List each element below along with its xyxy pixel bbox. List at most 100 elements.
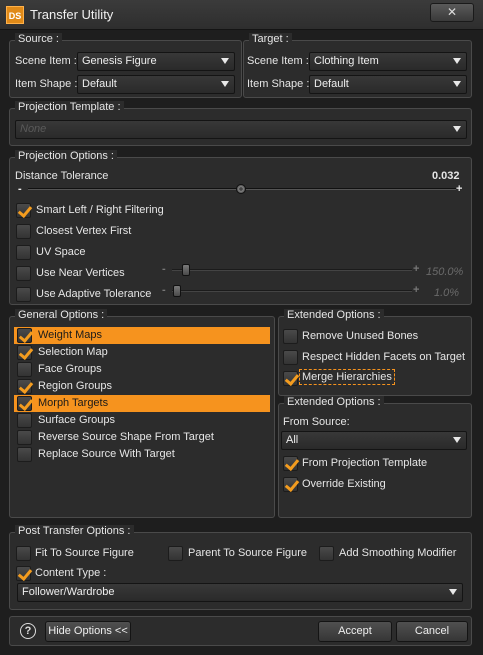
add-smoothing-label[interactable]: Add Smoothing Modifier bbox=[339, 547, 456, 559]
add-smoothing-checkbox[interactable] bbox=[319, 546, 334, 561]
general-option-label[interactable]: Face Groups bbox=[38, 363, 102, 375]
post-transfer-title: Post Transfer Options : bbox=[15, 525, 134, 537]
adaptive-tolerance-slider-track[interactable] bbox=[172, 290, 412, 292]
projection-template-combo[interactable]: None bbox=[15, 120, 467, 139]
respect-hidden-facets-checkbox[interactable] bbox=[283, 350, 298, 365]
general-option-checkbox[interactable] bbox=[17, 396, 32, 411]
from-source-label: From Source: bbox=[283, 416, 350, 428]
general-option-checkbox[interactable] bbox=[17, 430, 32, 445]
chevron-down-icon bbox=[453, 58, 461, 64]
general-option-label[interactable]: Selection Map bbox=[38, 346, 108, 358]
parent-to-source-label[interactable]: Parent To Source Figure bbox=[188, 547, 307, 559]
adaptive-tolerance-label[interactable]: Use Adaptive Tolerance bbox=[36, 288, 151, 300]
from-source-combo[interactable]: All bbox=[281, 431, 467, 450]
from-source-value: All bbox=[286, 434, 299, 446]
fit-to-source-label[interactable]: Fit To Source Figure bbox=[35, 547, 134, 559]
remove-unused-bones-label[interactable]: Remove Unused Bones bbox=[302, 330, 418, 342]
general-option-checkbox[interactable] bbox=[17, 362, 32, 377]
from-projection-template-label[interactable]: From Projection Template bbox=[302, 457, 427, 469]
override-existing-label[interactable]: Override Existing bbox=[302, 478, 386, 490]
general-option-checkbox[interactable] bbox=[17, 328, 32, 343]
general-option-checkbox[interactable] bbox=[17, 447, 32, 462]
title-bar: DS Transfer Utility ✕ bbox=[0, 0, 483, 30]
projection-options-title: Projection Options : bbox=[15, 150, 117, 162]
closest-vertex-label[interactable]: Closest Vertex First bbox=[36, 225, 131, 237]
adaptive-tolerance-slider-handle[interactable] bbox=[173, 285, 181, 297]
extended-options-title: Extended Options : bbox=[284, 309, 384, 321]
adaptive-tolerance-checkbox[interactable] bbox=[16, 287, 31, 302]
source-title: Source : bbox=[15, 33, 62, 45]
general-option-label[interactable]: Region Groups bbox=[38, 380, 112, 392]
uv-space-checkbox[interactable] bbox=[16, 245, 31, 260]
general-option-checkbox[interactable] bbox=[17, 345, 32, 360]
chevron-down-icon bbox=[221, 58, 229, 64]
adaptive-tolerance-decrement-button[interactable]: - bbox=[162, 284, 166, 296]
general-option-label[interactable]: Morph Targets bbox=[38, 397, 108, 409]
source-scene-item-label: Scene Item : bbox=[15, 55, 77, 67]
chevron-down-icon bbox=[453, 126, 461, 132]
hide-options-button[interactable]: Hide Options << bbox=[45, 621, 131, 642]
general-option-checkbox[interactable] bbox=[17, 379, 32, 394]
source-item-shape-value: Default bbox=[82, 78, 117, 90]
target-item-shape-label: Item Shape : bbox=[247, 78, 310, 90]
distance-tolerance-value[interactable]: 0.032 bbox=[432, 170, 460, 182]
chevron-down-icon bbox=[453, 437, 461, 443]
daz-studio-logo-icon: DS bbox=[6, 6, 24, 24]
distance-increment-button[interactable]: + bbox=[456, 183, 462, 195]
chevron-down-icon bbox=[449, 589, 457, 595]
chevron-down-icon bbox=[453, 81, 461, 87]
near-vertices-slider-handle[interactable] bbox=[182, 264, 190, 276]
near-vertices-label[interactable]: Use Near Vertices bbox=[36, 267, 125, 279]
merge-hierarchies-label[interactable]: Merge Hierarchies bbox=[299, 369, 395, 385]
window-title: Transfer Utility bbox=[30, 7, 114, 22]
general-options-title: General Options : bbox=[15, 309, 108, 321]
chevron-down-icon bbox=[221, 81, 229, 87]
fit-to-source-checkbox[interactable] bbox=[16, 546, 31, 561]
general-option-checkbox[interactable] bbox=[17, 413, 32, 428]
target-scene-item-combo[interactable]: Clothing Item bbox=[309, 52, 467, 71]
target-item-shape-combo[interactable]: Default bbox=[309, 75, 467, 94]
general-option-label[interactable]: Surface Groups bbox=[38, 414, 115, 426]
near-vertices-slider-track[interactable] bbox=[172, 269, 412, 271]
content-type-combo[interactable]: Follower/Wardrobe bbox=[17, 583, 463, 602]
adaptive-tolerance-value: 1.0% bbox=[434, 287, 460, 299]
extended-options-source-title: Extended Options : bbox=[284, 396, 384, 408]
projection-template-title: Projection Template : bbox=[15, 101, 124, 113]
cancel-button[interactable]: Cancel bbox=[396, 621, 468, 642]
near-vertices-decrement-button[interactable]: - bbox=[162, 263, 166, 275]
override-existing-checkbox[interactable] bbox=[283, 477, 298, 492]
general-option-label[interactable]: Reverse Source Shape From Target bbox=[38, 431, 214, 443]
target-scene-item-value: Clothing Item bbox=[314, 55, 379, 67]
distance-tolerance-label: Distance Tolerance bbox=[15, 170, 109, 182]
parent-to-source-checkbox[interactable] bbox=[168, 546, 183, 561]
distance-decrement-button[interactable]: - bbox=[18, 183, 22, 195]
content-type-label[interactable]: Content Type : bbox=[35, 567, 106, 579]
near-vertices-checkbox[interactable] bbox=[16, 266, 31, 281]
smart-filtering-label[interactable]: Smart Left / Right Filtering bbox=[36, 204, 164, 216]
source-item-shape-label: Item Shape : bbox=[15, 78, 78, 90]
close-button[interactable]: ✕ bbox=[430, 3, 474, 22]
content-type-checkbox[interactable] bbox=[16, 566, 31, 581]
help-icon[interactable]: ? bbox=[20, 623, 36, 639]
content-type-value: Follower/Wardrobe bbox=[22, 586, 115, 598]
source-item-shape-combo[interactable]: Default bbox=[77, 75, 235, 94]
source-scene-item-value: Genesis Figure bbox=[82, 55, 157, 67]
smart-filtering-checkbox[interactable] bbox=[16, 203, 31, 218]
near-vertices-value: 150.0% bbox=[426, 266, 464, 278]
closest-vertex-checkbox[interactable] bbox=[16, 224, 31, 239]
target-item-shape-value: Default bbox=[314, 78, 349, 90]
remove-unused-bones-checkbox[interactable] bbox=[283, 329, 298, 344]
distance-slider-handle[interactable] bbox=[236, 184, 246, 194]
general-option-label[interactable]: Replace Source With Target bbox=[38, 448, 175, 460]
general-option-label[interactable]: Weight Maps bbox=[38, 329, 102, 341]
source-scene-item-combo[interactable]: Genesis Figure bbox=[77, 52, 235, 71]
uv-space-label[interactable]: UV Space bbox=[36, 246, 86, 258]
projection-template-value: None bbox=[20, 123, 47, 135]
respect-hidden-facets-label[interactable]: Respect Hidden Facets on Target bbox=[302, 351, 465, 363]
merge-hierarchies-checkbox[interactable] bbox=[283, 371, 298, 386]
near-vertices-increment-button[interactable]: + bbox=[413, 263, 419, 275]
adaptive-tolerance-increment-button[interactable]: + bbox=[413, 284, 419, 296]
from-projection-template-checkbox[interactable] bbox=[283, 456, 298, 471]
target-scene-item-label: Scene Item : bbox=[247, 55, 309, 67]
accept-button[interactable]: Accept bbox=[318, 621, 392, 642]
